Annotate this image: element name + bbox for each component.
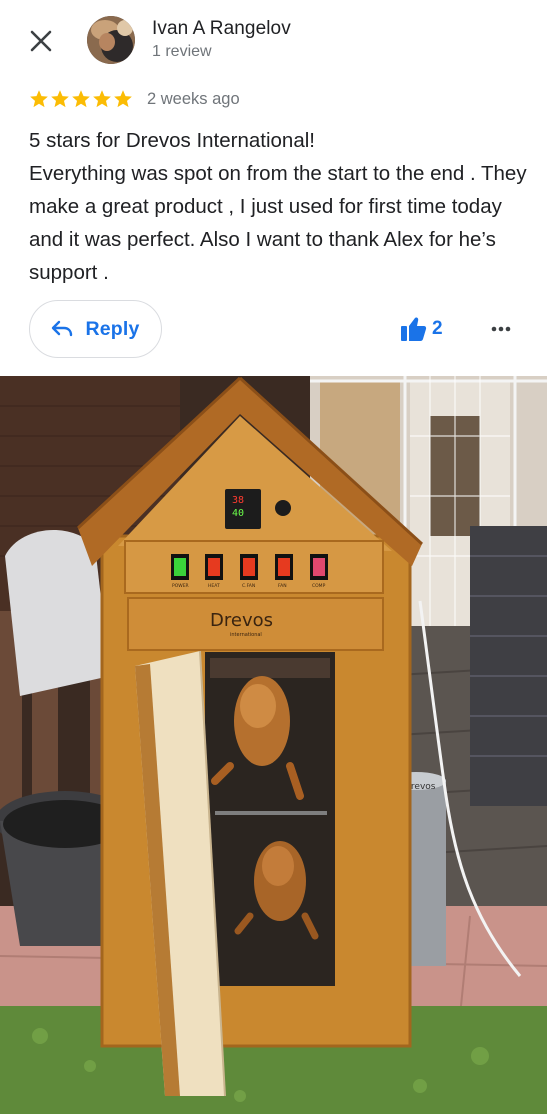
panel-label: POWER bbox=[172, 583, 189, 589]
more-options-button[interactable] bbox=[486, 316, 516, 342]
reply-label: Reply bbox=[85, 317, 140, 340]
close-icon bbox=[30, 30, 52, 52]
panel-label: HEAT bbox=[208, 583, 220, 589]
close-button[interactable] bbox=[24, 24, 58, 58]
reply-button[interactable]: Reply bbox=[29, 300, 162, 358]
star-icon bbox=[93, 90, 111, 108]
like-button[interactable]: 2 bbox=[400, 314, 443, 344]
reply-arrow-icon bbox=[52, 320, 73, 337]
star-rating bbox=[29, 89, 133, 109]
thumbs-up-icon bbox=[401, 317, 427, 341]
panel-label: FAN bbox=[278, 583, 287, 589]
star-icon bbox=[30, 90, 48, 108]
review-photo[interactable]: Drevos 38 40 POWER HEAT C.FAN FAN COMP D… bbox=[0, 376, 547, 1114]
review-count: 1 review bbox=[152, 43, 212, 60]
panel-label: C.FAN bbox=[242, 583, 255, 589]
review-header: Ivan A Rangelov 1 review bbox=[0, 0, 547, 80]
review-date: 2 weeks ago bbox=[147, 89, 240, 108]
panel-label: COMP bbox=[312, 583, 326, 589]
review-line: 5 stars for Drevos International! bbox=[29, 129, 315, 152]
display-top: 38 bbox=[232, 495, 244, 506]
reviewer-name[interactable]: Ivan A Rangelov bbox=[152, 18, 291, 40]
brand-label: Drevos bbox=[210, 610, 273, 631]
display-bottom: 40 bbox=[232, 508, 244, 519]
like-count: 2 bbox=[432, 318, 443, 339]
review-text: 5 stars for Drevos International! Everyt… bbox=[29, 124, 529, 289]
brand-sub: international bbox=[230, 632, 262, 638]
review-line: Everything was spot on from the start to… bbox=[29, 162, 527, 284]
star-icon bbox=[72, 90, 90, 108]
more-horizontal-icon bbox=[491, 326, 511, 332]
star-icon bbox=[51, 90, 69, 108]
avatar[interactable] bbox=[87, 16, 135, 64]
rating-row: 2 weeks ago bbox=[29, 87, 240, 111]
star-icon bbox=[114, 90, 132, 108]
